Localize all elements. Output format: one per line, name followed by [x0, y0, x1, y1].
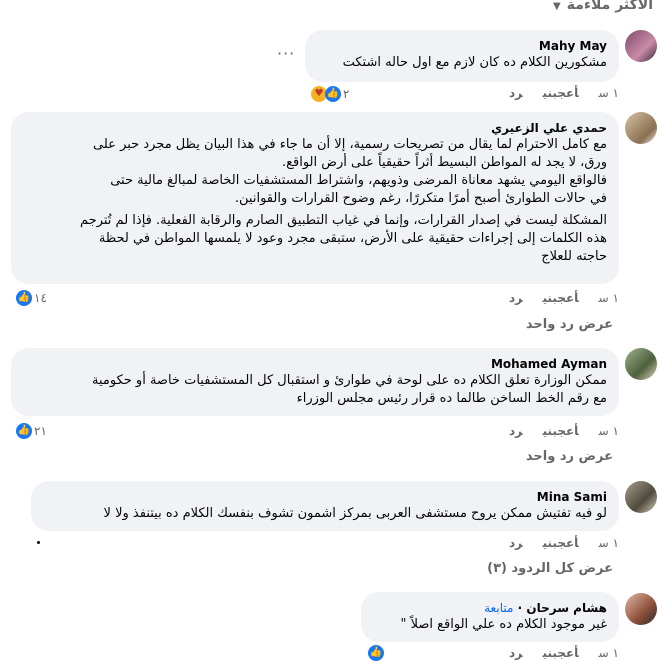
- like-button[interactable]: أعجبني: [543, 86, 579, 100]
- comment-actions: ١ س أعجبني رد: [489, 536, 619, 550]
- comment-line: فالواقع اليومي يشهد معاناة المرضى وذويهم…: [110, 173, 607, 188]
- reaction-count[interactable]: ♥ 👍 ٢: [310, 85, 349, 103]
- comment-time[interactable]: ١ س: [599, 536, 619, 550]
- status-dot: [37, 541, 40, 544]
- view-replies-button[interactable]: عرض رد واحد: [526, 317, 613, 332]
- sort-menu[interactable]: الأكثر ملاءمة ▼: [553, 0, 653, 13]
- like-icon: 👍: [325, 86, 341, 102]
- like-button[interactable]: أعجبني: [543, 291, 579, 305]
- comment-text: مشكورين الكلام ده كان لازم مع اول حاله ا…: [342, 55, 607, 70]
- comment-line: حاجته للعلاج: [541, 249, 607, 264]
- comment-line: ممكن الوزارة تعلق الكلام ده على لوحة في …: [92, 373, 607, 388]
- like-button[interactable]: أعجبني: [543, 536, 579, 550]
- reply-button[interactable]: رد: [509, 424, 523, 438]
- comment-line: ورق، لا يجد له المواطن البسيط أثراً حقيق…: [281, 155, 607, 170]
- caret-down-icon: ▼: [553, 1, 561, 12]
- comment-author[interactable]: حمدي علي الزعيري: [23, 120, 607, 136]
- avatar[interactable]: [625, 112, 657, 144]
- comment-bubble: Mina Sami لو فيه تفتيش ممكن يروح مستشفى …: [31, 481, 619, 531]
- comment-author: هشام سرحان · متابعة: [484, 601, 607, 615]
- comment-time[interactable]: ١ س: [599, 646, 619, 660]
- follow-button[interactable]: متابعة: [484, 601, 513, 615]
- reply-button[interactable]: رد: [509, 86, 523, 100]
- reply-button[interactable]: رد: [509, 536, 523, 550]
- comment-line: مع كامل الاحترام لما يقال من تصريحات رسم…: [93, 137, 607, 152]
- comment-bubble: Mahy May مشكورين الكلام ده كان لازم مع ا…: [305, 30, 619, 82]
- sort-label: الأكثر ملاءمة: [566, 0, 653, 13]
- like-button[interactable]: أعجبني: [543, 424, 579, 438]
- like-button[interactable]: أعجبني: [543, 646, 579, 660]
- reaction-number: ٢١: [34, 424, 47, 438]
- reaction-count[interactable]: 👍 ١٤: [16, 290, 47, 306]
- like-icon: 👍: [16, 290, 32, 306]
- reply-button[interactable]: رد: [509, 291, 523, 305]
- comment-actions: ١ س أعجبني رد: [489, 291, 619, 305]
- comment-line: هذه الكلمات إلى إجراءات حقيقية على الأرض…: [98, 231, 607, 246]
- comment-actions: ١ س أعجبني رد: [489, 86, 619, 100]
- reaction-number: ٢: [343, 87, 350, 101]
- comment-text: غير موجود الكلام ده علي الواقع اصلاً ": [400, 617, 607, 632]
- comment-bubble: هشام سرحان · متابعة غير موجود الكلام ده …: [361, 592, 619, 642]
- reaction-count[interactable]: 👍 ٢١: [16, 423, 47, 439]
- reaction-number: ١٤: [34, 291, 47, 305]
- author-name[interactable]: هشام سرحان: [526, 601, 607, 615]
- comment-text: لو فيه تفتيش ممكن يروح مستشفى العربى بمر…: [103, 506, 607, 521]
- comment-actions: ١ س أعجبني رد: [489, 424, 619, 438]
- comment-author[interactable]: Mohamed Ayman: [23, 356, 607, 372]
- more-options-icon[interactable]: ···: [277, 44, 295, 63]
- reply-button[interactable]: رد: [509, 646, 523, 660]
- comment-line: في حالات الطوارئ أصبح أمرًا متكررًا، رغم…: [234, 191, 607, 206]
- comment-text: مع كامل الاحترام لما يقال من تصريحات رسم…: [23, 136, 607, 266]
- comment-actions: ١ س أعجبني رد: [489, 646, 619, 660]
- comment-bubble: حمدي علي الزعيري مع كامل الاحترام لما يق…: [11, 112, 619, 284]
- comment-time[interactable]: ١ س: [599, 424, 619, 438]
- comment-bubble: Mohamed Ayman ممكن الوزارة تعلق الكلام د…: [11, 348, 619, 416]
- like-icon: 👍: [16, 423, 32, 439]
- avatar[interactable]: [625, 593, 657, 625]
- avatar[interactable]: [625, 481, 657, 513]
- comment-author[interactable]: Mina Sami: [43, 489, 607, 505]
- avatar[interactable]: [625, 348, 657, 380]
- comment-line: مع رقم الخط الساخن طالما ده قرار رئيس مج…: [296, 391, 607, 406]
- comment-time[interactable]: ١ س: [599, 291, 619, 305]
- avatar[interactable]: [625, 30, 657, 62]
- comment-line: المشكلة ليست في إصدار القرارات، وإنما في…: [80, 213, 607, 228]
- comment-text: ممكن الوزارة تعلق الكلام ده على لوحة في …: [23, 372, 607, 408]
- view-replies-button[interactable]: عرض رد واحد: [526, 449, 613, 464]
- comment-author[interactable]: Mahy May: [317, 38, 607, 54]
- comment-time[interactable]: ١ س: [599, 86, 619, 100]
- view-replies-button[interactable]: عرض كل الردود (٣): [487, 561, 613, 576]
